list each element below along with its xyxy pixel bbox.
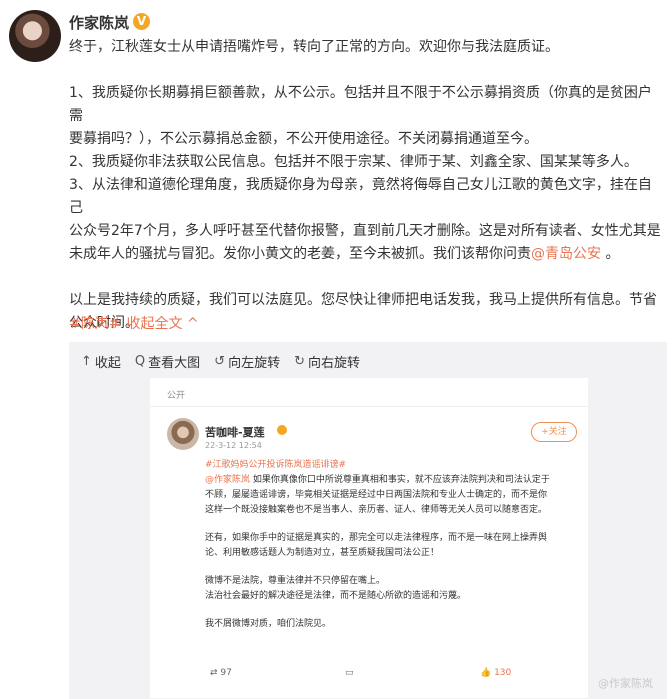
rotate-left-icon: ↺ [214, 354, 226, 369]
collapse-full-text-link[interactable]: 收起全文 ^ [126, 316, 198, 332]
embedded-screenshot: 公开 苦咖啡-夏莲 22-3-12 12:54 +关注 #江歌妈妈公开投诉陈岚造… [150, 378, 588, 698]
post-line-suffix: 。 [601, 246, 620, 262]
embedded-follow-button: +关注 [531, 422, 577, 442]
post-line-text: 未成年人的骚扰与冒犯。发你小黄文的老姜，至今未被抓。我们该帮你问责 [69, 246, 531, 262]
embedded-mention: @作家陈岚 [205, 475, 251, 485]
embedded-line: 这样一个既没接触案卷也不是当事人、亲历者、证人、律师等无关人员可以随意否定。 [205, 505, 548, 515]
mention-link[interactable]: @青岛公安 [531, 246, 601, 262]
view-large-image-button[interactable]: Q 查看大图 [135, 352, 200, 371]
repost-count: 97 [220, 668, 232, 678]
like-icon: 👍 [480, 668, 495, 678]
repost-icon: ⇄ [210, 668, 221, 678]
embedded-line: 我不屑微博对质，咱们法院见。 [205, 619, 332, 629]
author-name[interactable]: 作家陈岚 [69, 12, 129, 33]
author-avatar[interactable] [9, 10, 61, 62]
embedded-author-name: 苦咖啡-夏莲 [205, 426, 265, 439]
rotate-right-icon: ↻ [294, 354, 305, 369]
embedded-author-avatar [167, 418, 199, 450]
post-tags: #陈岚# 收起全文 ^ [69, 313, 205, 333]
visibility-label: 公开 [167, 391, 186, 401]
embedded-line: 法治社会最好的解决途径是法律，而不是随心所欲的造谣和污蔑。 [205, 591, 467, 601]
view-large-label: 查看大图 [148, 356, 201, 371]
embedded-hashtag: #江歌妈妈公开投诉陈岚造谣诽谤# [205, 460, 347, 470]
post-line: 终于，江秋莲女士从申请捂嘴炸号，转向了正常的方向。欢迎你与我法庭质证。 [69, 39, 559, 55]
verified-badge-icon: V [133, 13, 150, 30]
watermark: @作家陈岚 [598, 677, 653, 690]
rotate-left-button[interactable]: ↺ 向左旋转 [214, 352, 280, 371]
comment-icon: ▭ [345, 668, 354, 678]
embedded-repost-count: ⇄ 97 [210, 668, 232, 678]
embedded-post-body: #江歌妈妈公开投诉陈岚造谣诽谤# @作家陈岚 如果你真像你口中所说尊重真相和事实… [205, 458, 580, 632]
rotate-left-label: 向左旋转 [228, 356, 281, 371]
embedded-like-count: 👍 130 [480, 668, 511, 678]
embedded-line: 论、利用敏感话题人为制造对立，甚至质疑我国司法公正！ [205, 548, 440, 558]
embedded-post-date: 22-3-12 12:54 [205, 441, 262, 450]
post-line: 以上是我持续的质疑，我们可以法庭见。您尽快让律师把电话发我，我马上提供所有信息。… [69, 292, 657, 308]
rotate-right-label: 向右旋转 [308, 356, 361, 371]
embedded-comment-icon: ▭ [345, 668, 354, 678]
arrow-up-icon: ↑ [81, 354, 92, 369]
post-line: 要募捐吗？），不公示募捐总金额，不公开使用途径。不关闭募捐通道至今。 [69, 131, 538, 147]
collapse-label: 收起 [94, 356, 121, 371]
magnifier-icon: Q [134, 354, 146, 369]
like-count: 130 [494, 668, 512, 678]
post-line: 未成年人的骚扰与冒犯。发你小黄文的老姜，至今未被抓。我们该帮你问责@青岛公安 。 [69, 243, 665, 266]
collapse-image-button[interactable]: ↑ 收起 [81, 352, 121, 371]
embedded-badge-icon [277, 425, 287, 435]
embedded-line: 微博不是法院，尊重法律并不只停留在嘴上。 [205, 576, 386, 586]
rotate-right-button[interactable]: ↻ 向右旋转 [294, 352, 360, 371]
post-line: 1、我质疑你长期募捐巨额善款，从不公示。包括并且不限于不公示募捐资质（你真的是贫… [69, 85, 652, 124]
divider [150, 406, 588, 407]
image-toolbar: ↑ 收起 Q 查看大图 ↺ 向左旋转 ↻ 向右旋转 [81, 352, 374, 371]
embedded-line-text: 如果你真像你口中所说尊重真相和事实，就不应该弃法院判决和司法认定于 [250, 475, 550, 485]
embedded-line: @作家陈岚 如果你真像你口中所说尊重真相和事实，就不应该弃法院判决和司法认定于 [205, 473, 580, 488]
image-viewer: ↑ 收起 Q 查看大图 ↺ 向左旋转 ↻ 向右旋转 公开 苦咖啡-夏莲 22-3-12 … [69, 342, 667, 699]
post-line: 公众号2年7个月，多人呼吁甚至代替你报警，直到前几天才删除。这是对所有读者、女性… [69, 223, 661, 239]
embedded-line: 不顾，屡屡造谣诽谤，毕竟相关证据是经过中日两国法院和专业人士确定的，而不是你 [205, 490, 548, 500]
post-line: 2、我质疑你非法获取公民信息。包括并不限于宗某、律师于某、刘鑫全家、国某某等多人… [69, 154, 638, 170]
embedded-line: 还有，如果你手中的证据是真实的，那完全可以走法律程序，而不是一味在网上操弄舆 [205, 533, 548, 543]
hashtag-link[interactable]: #陈岚# [69, 316, 120, 332]
post-body: 终于，江秋莲女士从申请捂嘴炸号，转向了正常的方向。欢迎你与我法庭质证。 1、我质… [69, 36, 665, 335]
post-line: 3、从法律和道德伦理角度，我质疑你身为母亲，竟然将侮辱自己女儿江歌的黄色文字，挂… [69, 177, 652, 216]
